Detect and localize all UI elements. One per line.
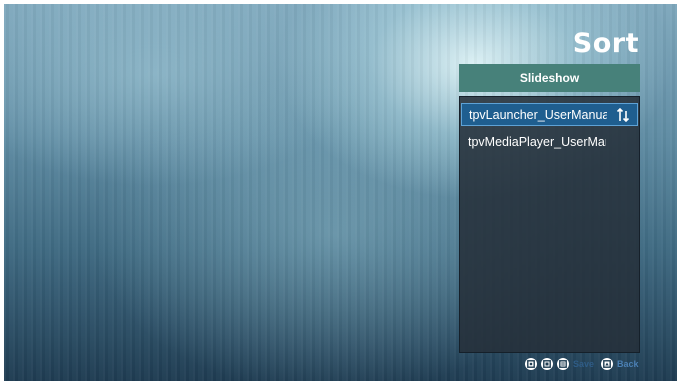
- list-item[interactable]: tpvMediaPlayer_UserMar: [461, 130, 638, 153]
- key-1-icon: [525, 358, 537, 370]
- key-3-icon: [557, 358, 569, 370]
- save-hint-label: Save: [573, 359, 595, 369]
- tv-screen: Sort Slideshow tpvLauncher_UserManua tpv…: [4, 4, 677, 381]
- sort-arrows-icon[interactable]: [616, 107, 630, 123]
- footer-hints: Save Back: [525, 356, 639, 372]
- back-hint-label: Back: [617, 359, 639, 369]
- list-item-label: tpvLauncher_UserManua: [469, 107, 607, 122]
- file-list[interactable]: tpvLauncher_UserManua tpvMediaPlayer_Use…: [459, 96, 640, 353]
- list-item-selected[interactable]: tpvLauncher_UserManua: [461, 103, 638, 126]
- slideshow-button[interactable]: Slideshow: [459, 64, 640, 92]
- page-title: Sort: [572, 28, 639, 59]
- list-item-label: tpvMediaPlayer_UserMar: [468, 134, 606, 149]
- back-key-icon: [601, 358, 614, 370]
- key-2-icon: [541, 358, 553, 370]
